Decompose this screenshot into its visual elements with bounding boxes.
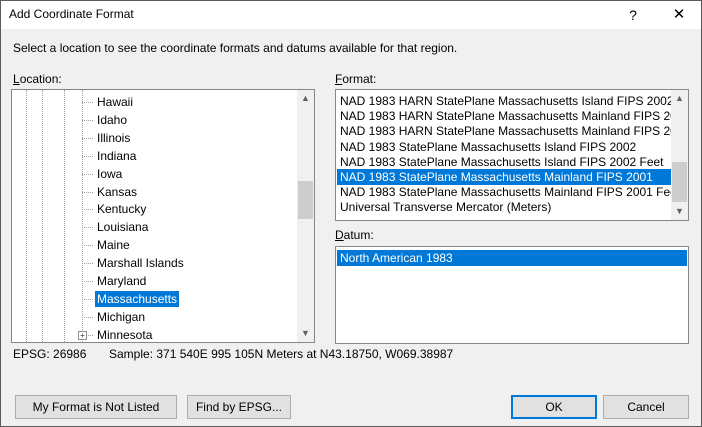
scroll-up-icon[interactable]: ▲ (671, 90, 688, 107)
tree-connector (82, 191, 93, 193)
tree-connector (82, 119, 93, 121)
tree-item[interactable]: Marshall Islands (82, 254, 302, 272)
location-tree[interactable]: Hawaii Idaho Illinois Indiana Iowa Kansas Kent… (11, 89, 315, 343)
datum-label: Datum: (335, 228, 374, 242)
tree-item-label: Louisiana (97, 220, 149, 235)
format-list[interactable]: NAD 1983 HARN StatePlane Massachusetts I… (335, 89, 689, 221)
format-scrollbar[interactable]: ▲ ▼ (671, 90, 688, 220)
tree-item-label: Marshall Islands (97, 256, 184, 271)
tree-connector (82, 263, 93, 265)
tree-connector (82, 173, 93, 175)
title-bar: Add Coordinate Format ? ✕ (1, 1, 701, 29)
tree-item[interactable]: Kansas (82, 183, 302, 201)
tree-connector (82, 298, 93, 300)
format-item[interactable]: NAD 1983 HARN StatePlane Massachusetts M… (337, 123, 673, 139)
scroll-down-icon[interactable]: ▼ (297, 325, 314, 342)
tree-item-label: Illinois (97, 130, 131, 145)
tree-item-label: Iowa (97, 166, 123, 181)
format-item[interactable]: NAD 1983 StatePlane Massachusetts Island… (337, 139, 673, 155)
scroll-up-icon[interactable]: ▲ (297, 90, 314, 107)
tree-item[interactable]: Maryland (82, 272, 302, 290)
scroll-thumb[interactable] (298, 181, 313, 219)
tree-connector (82, 137, 93, 139)
scroll-thumb[interactable] (672, 162, 687, 202)
location-label: Location: (13, 72, 62, 86)
tree-item-label: Kansas (97, 184, 138, 199)
tree-item[interactable]: Illinois (82, 129, 302, 147)
ok-button[interactable]: OK (511, 395, 597, 419)
tree-item[interactable]: Michigan (82, 308, 302, 326)
tree-item[interactable]: Indiana (82, 147, 302, 165)
format-label: Format: (335, 72, 377, 86)
format-item[interactable]: NAD 1983 StatePlane Massachusetts Mainla… (337, 184, 673, 200)
format-item[interactable]: NAD 1983 StatePlane Massachusetts Island… (337, 154, 673, 170)
tree-item-label: Maryland (97, 274, 147, 288)
dialog-title: Add Coordinate Format (9, 7, 134, 21)
datum-item[interactable]: North American 1983 (337, 250, 687, 266)
tree-item-label: Kentucky (97, 202, 147, 217)
tree-item[interactable]: Maine (82, 236, 302, 254)
tree-connector (82, 245, 93, 247)
help-icon[interactable]: ? (621, 5, 645, 25)
tree-item-label: Indiana (97, 148, 137, 163)
cancel-button[interactable]: Cancel (603, 395, 689, 419)
find-by-epsg-button[interactable]: Find by EPSG... (187, 395, 291, 419)
format-not-listed-button[interactable]: My Format is Not Listed (15, 395, 177, 419)
epsg-code: EPSG: 26986 (13, 347, 87, 361)
tree-item-label: Idaho (97, 112, 128, 127)
tree-item-label: Hawaii (97, 95, 134, 109)
add-coordinate-format-dialog: Add Coordinate Format ? ✕ Select a locat… (0, 0, 702, 427)
tree-connector (82, 102, 93, 103)
tree-item-label: Massachusetts (95, 290, 180, 307)
tree-connector (82, 227, 93, 229)
format-item[interactable]: NAD 1983 HARN StatePlane Massachusetts I… (337, 93, 673, 109)
tree-connector (82, 316, 93, 318)
datum-list[interactable]: North American 1983 (335, 246, 689, 344)
tree-item-label: Maine (97, 238, 130, 253)
tree-item[interactable]: + Minnesota (78, 326, 302, 342)
tree-item-label: Minnesota (97, 327, 153, 342)
tree-connector (82, 155, 93, 157)
tree-item[interactable]: Louisiana (82, 218, 302, 236)
tree-item[interactable]: Kentucky (82, 200, 302, 218)
scroll-down-icon[interactable]: ▼ (671, 203, 688, 220)
location-scrollbar[interactable]: ▲ ▼ (297, 90, 314, 342)
tree-item[interactable]: Hawaii (82, 93, 302, 111)
tree-connector (82, 209, 93, 211)
format-item[interactable]: NAD 1983 HARN StatePlane Massachusetts M… (337, 108, 673, 124)
tree-connector (82, 281, 93, 282)
format-item[interactable]: NAD 1983 StatePlane Massachusetts Mainla… (337, 169, 673, 185)
tree-item[interactable]: Iowa (82, 165, 302, 183)
sample-coordinates: Sample: 371 540E 995 105N Meters at N43.… (109, 347, 454, 361)
tree-item-label: Michigan (97, 309, 146, 324)
format-item[interactable]: Universal Transverse Mercator (Meters) (337, 199, 673, 215)
instruction-text: Select a location to see the coordinate … (13, 41, 458, 55)
tree-item[interactable]: Massachusetts (82, 290, 302, 308)
close-icon[interactable]: ✕ (667, 5, 691, 25)
expand-icon[interactable]: + (78, 330, 87, 340)
tree-item[interactable]: Idaho (82, 111, 302, 129)
